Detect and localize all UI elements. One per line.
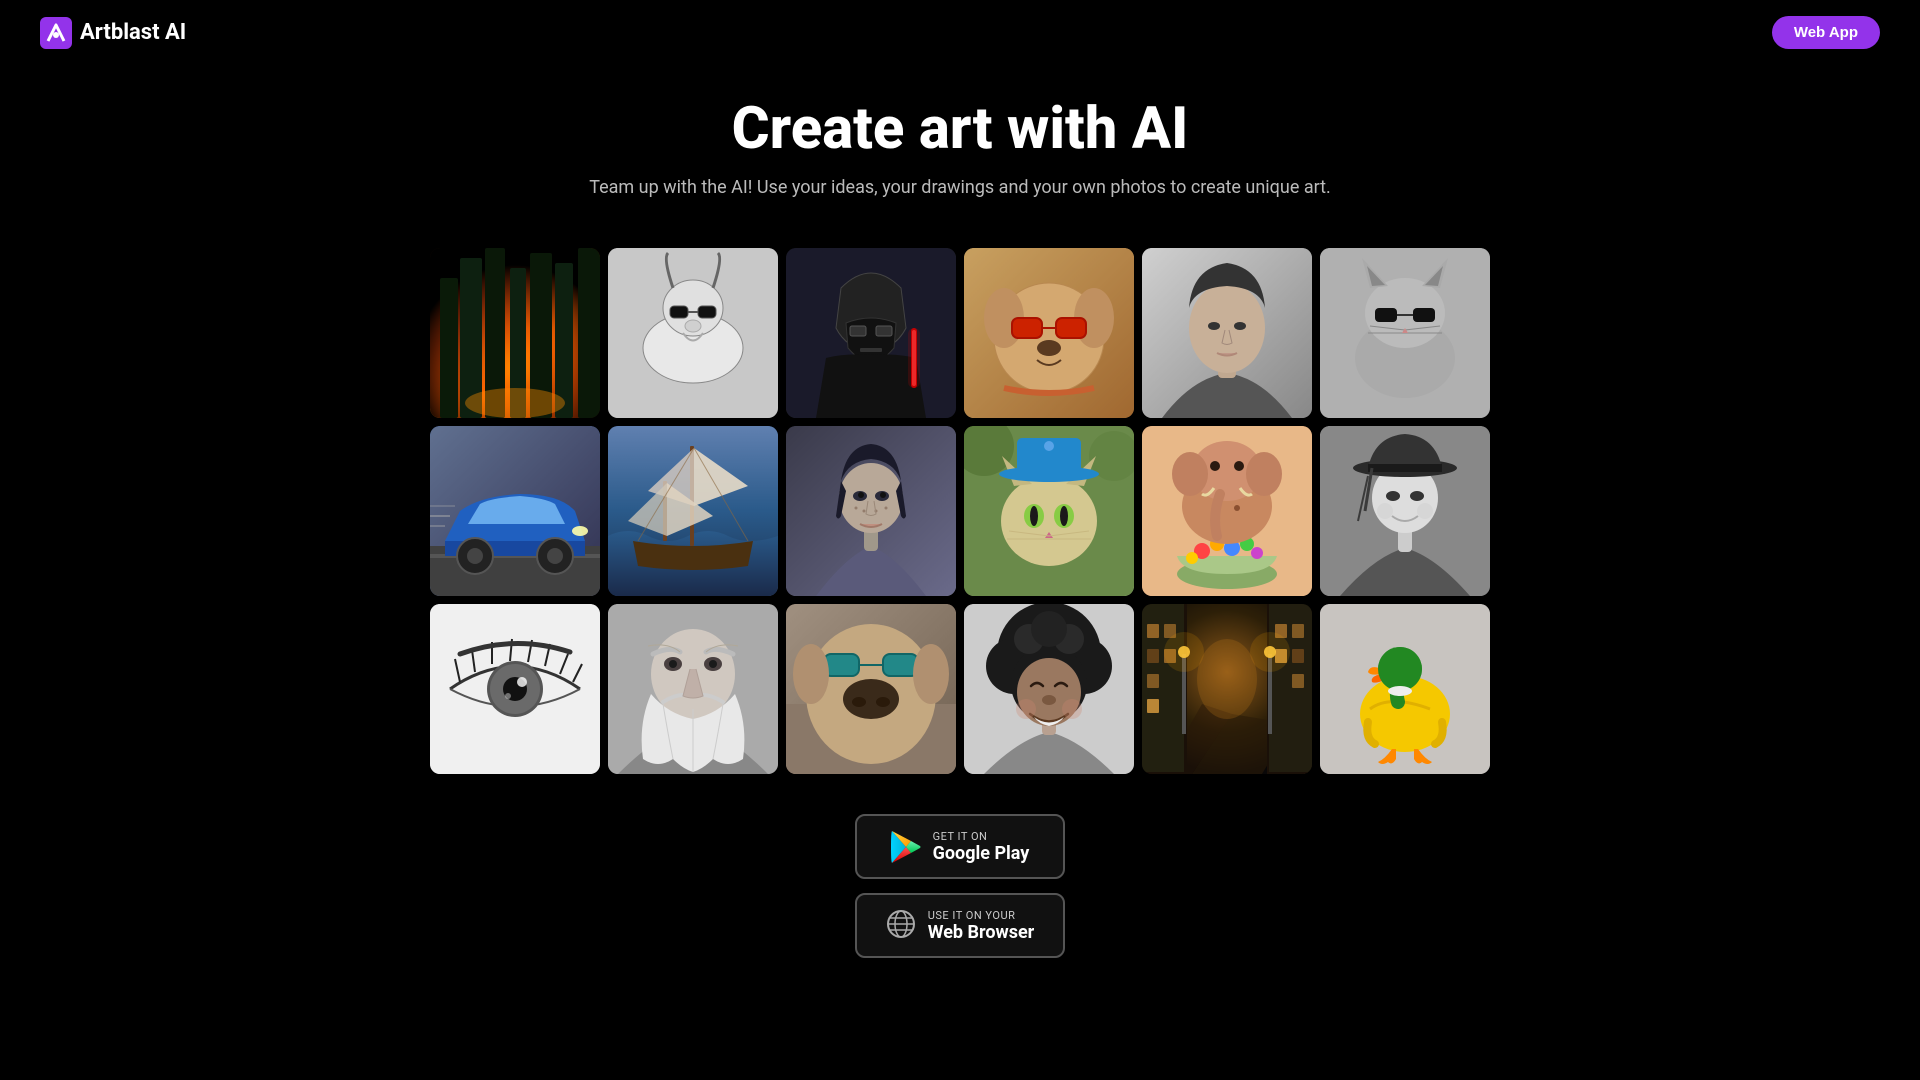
gallery-item-eye xyxy=(430,604,600,774)
web-app-button[interactable]: Web App xyxy=(1772,16,1880,49)
logo-text: Artblast AI xyxy=(80,20,186,45)
web-icon xyxy=(886,909,916,943)
gallery-item-cat-bw xyxy=(1320,248,1490,418)
gallery-item-woman-hat xyxy=(1320,426,1490,596)
gallery-item-woman-afro xyxy=(964,604,1134,774)
hero-title: Create art with AI xyxy=(20,95,1900,163)
web-browser-label-small: Use it on your xyxy=(928,909,1035,922)
gallery-item-girl-art xyxy=(786,426,956,596)
logo: Artblast AI xyxy=(40,17,186,49)
hero-section: Create art with AI Team up with the AI! … xyxy=(0,65,1920,218)
cta-section: GET IT ON Google Play Use it on your Web… xyxy=(0,814,1920,958)
gallery-item-forest xyxy=(430,248,600,418)
gallery-item-wizard xyxy=(608,604,778,774)
logo-icon xyxy=(40,17,72,49)
header: Artblast AI Web App xyxy=(0,0,1920,65)
google-play-label-big: Google Play xyxy=(933,843,1030,864)
gallery-item-elephant xyxy=(1142,426,1312,596)
gallery-item-woman-bw xyxy=(1142,248,1312,418)
google-play-text: GET IT ON Google Play xyxy=(933,830,1030,864)
gallery-item-goat xyxy=(608,248,778,418)
gallery-item-dog-sunglasses2 xyxy=(786,604,956,774)
web-browser-text: Use it on your Web Browser xyxy=(928,909,1035,943)
google-play-icon xyxy=(891,830,921,864)
google-play-button[interactable]: GET IT ON Google Play xyxy=(855,814,1065,879)
gallery-item-car xyxy=(430,426,600,596)
gallery-item-darth xyxy=(786,248,956,418)
gallery-item-duck xyxy=(1320,604,1490,774)
gallery-item-cat-hat xyxy=(964,426,1134,596)
gallery-item-dog-sunglasses xyxy=(964,248,1134,418)
gallery-grid xyxy=(0,248,1920,774)
web-browser-button[interactable]: Use it on your Web Browser xyxy=(855,893,1065,958)
hero-subtitle: Team up with the AI! Use your ideas, you… xyxy=(20,177,1900,198)
gallery-item-alley xyxy=(1142,604,1312,774)
web-browser-label-big: Web Browser xyxy=(928,922,1035,943)
google-play-label-small: GET IT ON xyxy=(933,830,1030,843)
gallery-item-ship xyxy=(608,426,778,596)
